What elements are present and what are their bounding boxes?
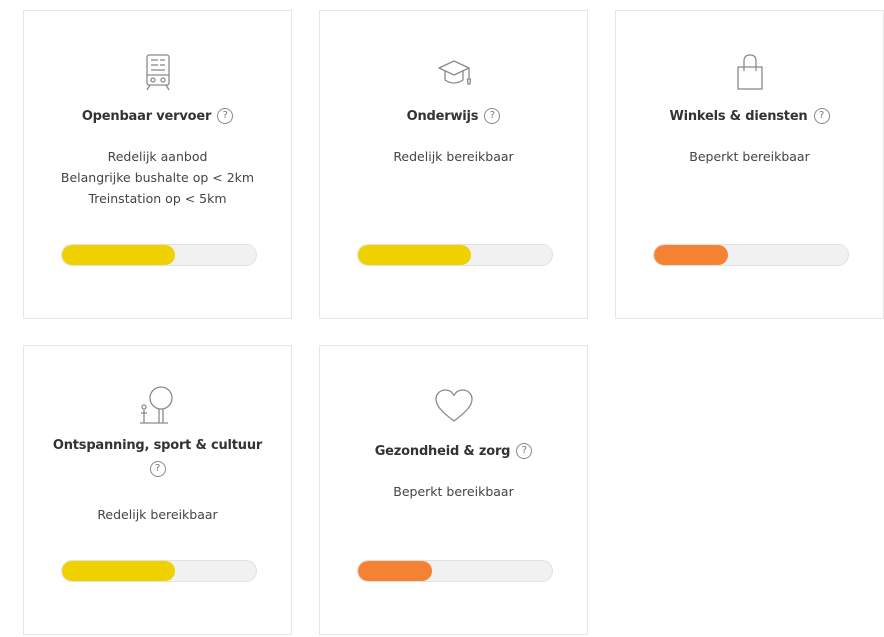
card-description: Beperkt bereikbaar [330, 481, 577, 502]
card-title-text: Ontspanning, sport & cultuur [52, 438, 263, 453]
card-description: Redelijk bereikbaar [34, 504, 281, 525]
card-title: Gezondheid & zorg? [330, 441, 577, 463]
accessibility-bar-fill [62, 245, 175, 265]
description-line: Beperkt bereikbaar [689, 149, 810, 164]
accessibility-bar-fill [358, 245, 471, 265]
accessibility-bar-fill [358, 561, 432, 581]
card-onderwijs: Onderwijs? Redelijk bereikbaar [319, 10, 588, 319]
card-description: Redelijk aanbod Belangrijke bushalte op … [34, 146, 281, 209]
description-line: Beperkt bereikbaar [393, 484, 514, 499]
card-winkels-diensten: Winkels & diensten? Beperkt bereikbaar [615, 10, 884, 319]
accessibility-bar-fill [654, 245, 728, 265]
accessibility-grid: Openbaar vervoer? Redelijk aanbod Belang… [0, 0, 884, 637]
description-line: Redelijk aanbod [107, 149, 208, 164]
accessibility-bar [357, 244, 553, 266]
description-line: Treinstation op < 5km [88, 191, 227, 206]
graduation-cap-icon [320, 51, 587, 95]
help-icon[interactable]: ? [217, 108, 234, 124]
description-line: Belangrijke bushalte op < 2km [60, 170, 255, 185]
card-description: Beperkt bereikbaar [626, 146, 873, 167]
train-icon [24, 51, 291, 95]
accessibility-bar [61, 244, 257, 266]
card-title-text: Openbaar vervoer [81, 109, 212, 124]
help-icon[interactable]: ? [484, 108, 501, 124]
card-gezondheid-zorg: Gezondheid & zorg? Beperkt bereikbaar [319, 345, 588, 635]
card-title-text: Winkels & diensten [669, 109, 808, 124]
description-line: Redelijk bereikbaar [97, 507, 218, 522]
card-title: Winkels & diensten? [626, 106, 873, 128]
card-description: Redelijk bereikbaar [330, 146, 577, 167]
shopping-bag-icon [616, 51, 883, 95]
card-title-text: Gezondheid & zorg [374, 444, 511, 459]
accessibility-bar-fill [62, 561, 175, 581]
heart-icon [320, 384, 587, 428]
card-openbaar-vervoer: Openbaar vervoer? Redelijk aanbod Belang… [23, 10, 292, 319]
card-title: Ontspanning, sport & cultuur ? [34, 435, 281, 477]
help-icon[interactable]: ? [813, 108, 830, 124]
accessibility-bar [357, 560, 553, 582]
accessibility-bar [653, 244, 849, 266]
card-title: Onderwijs? [330, 106, 577, 128]
description-line: Redelijk bereikbaar [393, 149, 514, 164]
card-title: Openbaar vervoer? [34, 106, 281, 128]
card-title-text: Onderwijs [406, 109, 479, 124]
accessibility-bar [61, 560, 257, 582]
help-icon[interactable]: ? [149, 461, 166, 477]
tree-person-icon [24, 384, 291, 428]
help-icon[interactable]: ? [516, 443, 533, 459]
card-ontspanning-sport-cultuur: Ontspanning, sport & cultuur ? Redelijk … [23, 345, 292, 635]
